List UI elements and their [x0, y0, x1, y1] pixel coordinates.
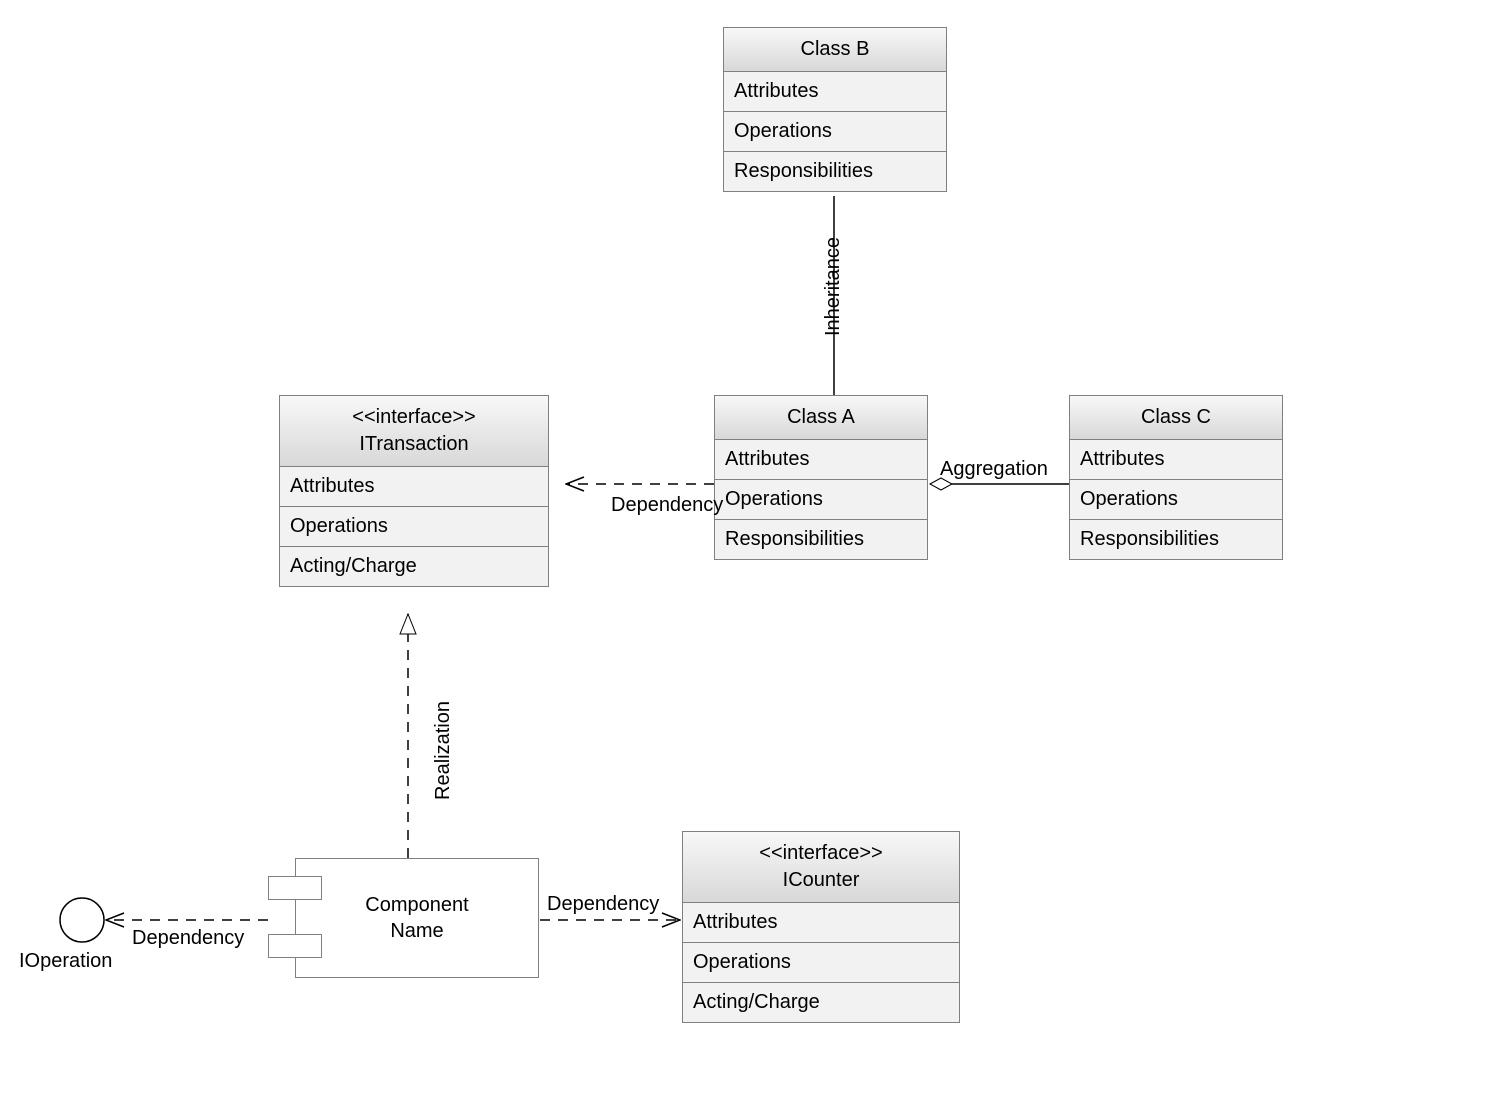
class-header: <<interface>> ICounter: [683, 832, 959, 903]
class-title: Class C: [1076, 404, 1276, 431]
edge-label-aggregation: Aggregation: [940, 458, 1048, 481]
component-name: Component Name: [365, 892, 468, 944]
class-compartment: Attributes: [1070, 440, 1282, 480]
component-name-line1: Component: [365, 894, 468, 916]
edge-label-dependency: Dependency: [547, 893, 659, 916]
class-title: ICounter: [689, 867, 953, 894]
edge-label-dependency: Dependency: [132, 927, 244, 950]
component-port: [268, 876, 322, 900]
component-name-line2: Name: [390, 920, 443, 942]
class-header: Class C: [1070, 396, 1282, 440]
edge-label-inheritance: Inheritance: [822, 237, 845, 336]
class-compartment: Acting/Charge: [280, 547, 548, 586]
class-compartment: Operations: [1070, 480, 1282, 520]
class-header: Class A: [715, 396, 927, 440]
class-box-classB: Class B Attributes Operations Responsibi…: [723, 27, 947, 192]
class-compartment: Responsibilities: [715, 520, 927, 559]
class-compartment: Operations: [724, 112, 946, 152]
class-compartment: Attributes: [280, 467, 548, 507]
class-header: Class B: [724, 28, 946, 72]
stereotype-label: <<interface>>: [689, 840, 953, 867]
class-box-icounter: <<interface>> ICounter Attributes Operat…: [682, 831, 960, 1023]
class-compartment: Operations: [715, 480, 927, 520]
class-compartment: Attributes: [724, 72, 946, 112]
class-compartment: Operations: [683, 943, 959, 983]
stereotype-label: <<interface>>: [286, 404, 542, 431]
class-compartment: Attributes: [683, 903, 959, 943]
class-box-itransaction: <<interface>> ITransaction Attributes Op…: [279, 395, 549, 587]
class-box-classA: Class A Attributes Operations Responsibi…: [714, 395, 928, 560]
lollipop-circle-icon: [60, 898, 104, 942]
class-header: <<interface>> ITransaction: [280, 396, 548, 467]
edge-label-realization: Realization: [432, 701, 455, 800]
class-compartment: Responsibilities: [1070, 520, 1282, 559]
class-compartment: Attributes: [715, 440, 927, 480]
component-box: Component Name: [295, 858, 539, 978]
class-compartment: Acting/Charge: [683, 983, 959, 1022]
edge-label-dependency: Dependency: [611, 494, 723, 517]
class-title: Class A: [721, 404, 921, 431]
class-compartment: Responsibilities: [724, 152, 946, 191]
class-compartment: Operations: [280, 507, 548, 547]
class-title: ITransaction: [286, 431, 542, 458]
class-box-classC: Class C Attributes Operations Responsibi…: [1069, 395, 1283, 560]
class-title: Class B: [730, 36, 940, 63]
lollipop-label: IOperation: [19, 950, 112, 973]
component-port: [268, 934, 322, 958]
